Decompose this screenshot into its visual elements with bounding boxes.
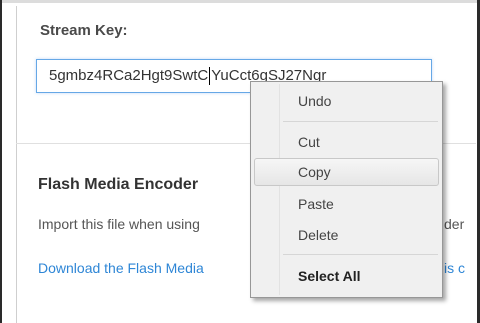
context-menu-separator — [283, 254, 438, 255]
window-top-edge — [0, 0, 480, 3]
context-menu-paste[interactable]: Paste — [254, 190, 439, 218]
context-menu-select-all[interactable]: Select All — [254, 262, 439, 290]
download-fme-link-text: Download the Flash Media — [38, 260, 204, 276]
stream-key-label: Stream Key: — [40, 22, 128, 39]
fme-description-text: Import this file when using — [38, 216, 200, 232]
window-left-edge — [0, 0, 2, 323]
context-menu-separator — [283, 121, 438, 122]
download-fme-link-tail: is c — [444, 260, 465, 276]
context-menu-copy[interactable]: Copy — [254, 158, 439, 186]
fme-title-text: Flash Media Encoder — [38, 176, 199, 193]
context-menu: Undo Cut Copy Paste Delete Select All — [250, 81, 443, 298]
stream-key-text-before: 5gmbz4RCa2Hgt9SwtC — [49, 67, 209, 84]
context-menu-delete[interactable]: Delete — [254, 221, 439, 249]
context-menu-cut[interactable]: Cut — [254, 128, 439, 156]
context-menu-undo[interactable]: Undo — [254, 87, 439, 115]
fme-description-tail: der — [444, 216, 465, 232]
